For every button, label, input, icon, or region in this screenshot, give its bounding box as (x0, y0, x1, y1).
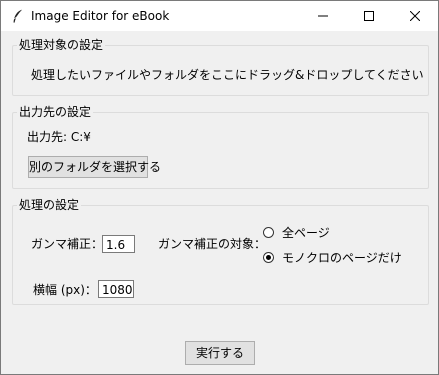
gamma-target-label: ガンマ補正の対象： (158, 237, 267, 251)
radio-all-pages[interactable] (263, 227, 274, 238)
minimize-button[interactable] (300, 1, 346, 31)
close-button[interactable] (392, 1, 438, 31)
output-path-label: 出力先: C:¥ (27, 130, 91, 144)
drop-zone-hint: 処理したいファイルやフォルダをここにドラッグ&ドロップしてください (31, 68, 424, 82)
choose-folder-button[interactable]: 別のフォルダを選択する (28, 156, 161, 178)
title-bar[interactable]: Image Editor for eBook (1, 1, 438, 31)
processing-settings-legend: 処理の設定 (17, 198, 82, 212)
gamma-label: ガンマ補正： (31, 237, 104, 251)
maximize-button[interactable] (346, 1, 392, 31)
feather-icon (13, 9, 23, 23)
radio-all-pages-label[interactable]: 全ページ (282, 226, 330, 240)
run-button[interactable]: 実行する (185, 341, 255, 365)
app-window: Image Editor for eBook 処理対象の設定 処理したいファイル… (0, 0, 439, 375)
close-icon (410, 11, 420, 21)
output-settings-group: 出力先の設定 出力先: C:¥ 別のフォルダを選択する (12, 105, 429, 189)
radio-mono-pages-label[interactable]: モノクロのページだけ (282, 251, 402, 265)
radio-mono-pages[interactable] (263, 252, 274, 263)
maximize-icon (364, 11, 374, 21)
processing-settings-group: 処理の設定 ガンマ補正： 1.6 ガンマ補正の対象： 全ページ モノクロのページ… (12, 198, 429, 305)
width-label: 横幅 (px)： (33, 283, 97, 297)
width-input[interactable]: 1080 (98, 280, 134, 298)
target-settings-group[interactable]: 処理対象の設定 処理したいファイルやフォルダをここにドラッグ&ドロップしてくださ… (12, 38, 429, 96)
window-title: Image Editor for eBook (31, 9, 170, 23)
minimize-icon (318, 15, 328, 17)
gamma-input[interactable]: 1.6 (102, 235, 135, 253)
output-settings-legend: 出力先の設定 (17, 105, 94, 119)
target-settings-legend: 処理対象の設定 (17, 38, 106, 52)
